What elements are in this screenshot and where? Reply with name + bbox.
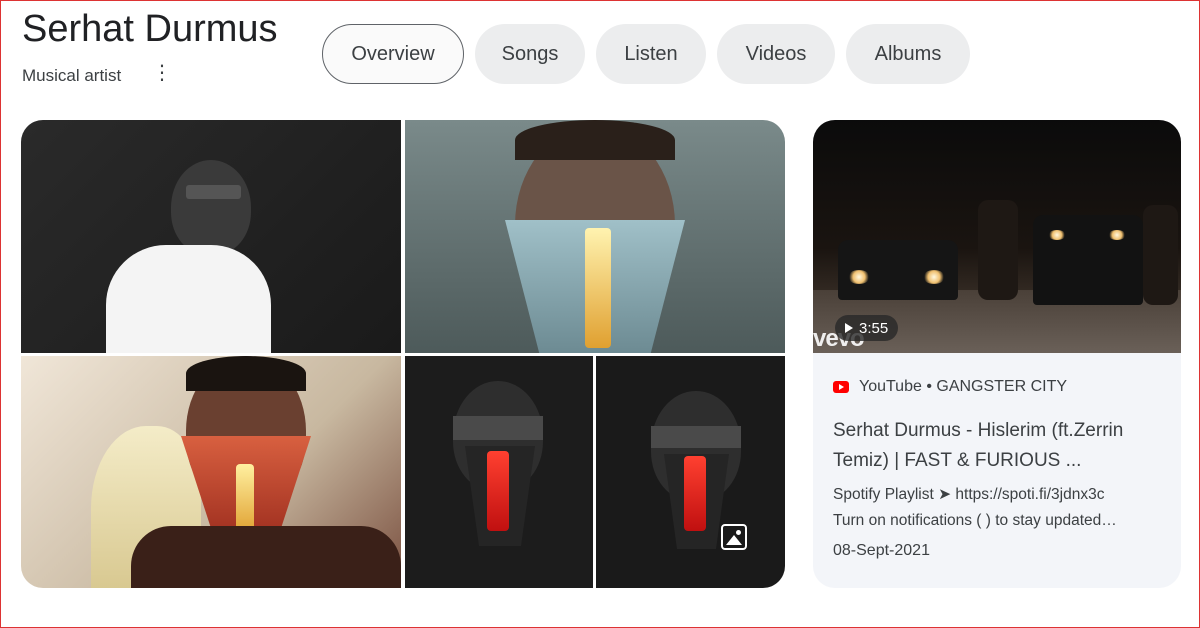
artist-photo-3[interactable] [21, 356, 401, 588]
video-source: YouTube • GANGSTER CITY [833, 378, 1067, 396]
video-title[interactable]: Serhat Durmus - Hislerim (ft.Zerrin Temi… [833, 416, 1163, 476]
video-duration-badge: 3:55 [835, 315, 899, 341]
video-source-text: YouTube • GANGSTER CITY [859, 378, 1068, 395]
video-card[interactable]: vevo 3:55 YouTube • GANGSTER CITY Serhat… [813, 120, 1181, 588]
tab-albums[interactable]: Albums [846, 24, 970, 84]
more-vert-icon[interactable]: ⋮ [152, 62, 172, 86]
artist-photo-5[interactable] [596, 356, 785, 588]
play-icon [845, 323, 853, 333]
video-duration: 3:55 [859, 319, 889, 337]
artist-type: Musical artist [22, 66, 122, 85]
tab-overview[interactable]: Overview [322, 24, 464, 84]
video-date: 08-Sept-2021 [833, 542, 930, 559]
video-description-line-2: Turn on notifications ( ) to stay update… [833, 512, 1117, 529]
video-description: Spotify Playlist ➤ https://spoti.fi/3jdn… [833, 482, 1163, 534]
artist-photo-2[interactable] [405, 120, 785, 353]
artist-name: Serhat Durmus [22, 8, 278, 50]
image-grid [21, 120, 785, 588]
tab-songs[interactable]: Songs [475, 24, 585, 84]
video-description-line-1: Spotify Playlist ➤ https://spoti.fi/3jdn… [833, 486, 1105, 503]
tab-listen[interactable]: Listen [596, 24, 706, 84]
artist-photo-1[interactable] [21, 120, 401, 353]
tab-bar: Overview Songs Listen Videos Albums [322, 24, 970, 84]
youtube-icon [833, 381, 849, 393]
video-thumbnail[interactable]: vevo 3:55 [813, 120, 1181, 353]
tab-videos[interactable]: Videos [717, 24, 835, 84]
artist-photo-4[interactable] [405, 356, 593, 588]
image-icon[interactable] [721, 524, 747, 550]
